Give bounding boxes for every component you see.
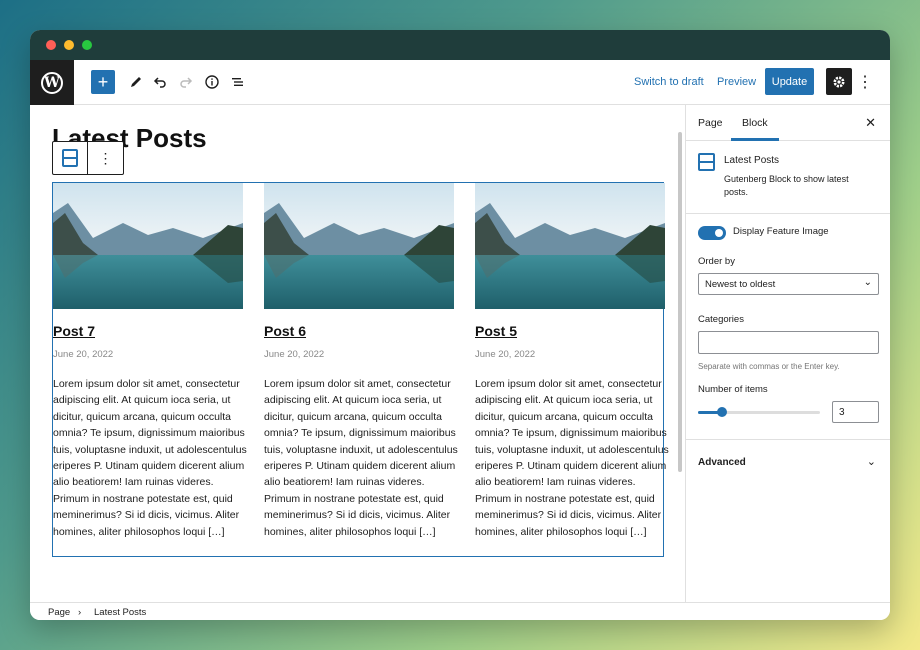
browser-window: W + Switch to draft Preview Update ⋮ Lat… — [30, 30, 890, 620]
undo-button[interactable] — [148, 70, 172, 94]
wordpress-logo-button[interactable]: W — [30, 60, 74, 105]
block-toolbar: ⋮ — [52, 141, 124, 175]
chevron-down-icon: ⌄ — [863, 277, 872, 288]
sidebar-tabs: Page Block ✕ — [686, 105, 890, 141]
plus-icon: + — [97, 71, 109, 92]
post-date: June 20, 2022 — [53, 349, 114, 360]
order-by-label: Order by — [698, 256, 735, 267]
switch-to-draft-button[interactable]: Switch to draft — [634, 75, 704, 89]
more-vertical-icon: ⋮ — [98, 149, 113, 166]
post-title-link[interactable]: Post 6 — [264, 323, 454, 341]
categories-label: Categories — [698, 314, 744, 325]
tab-block[interactable]: Block — [742, 117, 768, 129]
post-featured-image[interactable] — [264, 183, 454, 309]
breadcrumb-separator: › — [78, 607, 82, 618]
display-feature-image-label: Display Feature Image — [733, 226, 829, 237]
number-of-items-slider-thumb[interactable] — [717, 407, 728, 417]
editor-toolbar: W + Switch to draft Preview Update ⋮ — [30, 60, 890, 105]
breadcrumb-page[interactable]: Page — [48, 607, 70, 618]
block-card-title: Latest Posts — [724, 155, 780, 166]
list-view-button[interactable] — [226, 70, 250, 94]
post-date: June 20, 2022 — [264, 349, 325, 360]
settings-sidebar: Page Block ✕ Latest Posts Gutenberg Bloc… — [685, 105, 890, 602]
post-excerpt: Lorem ipsum dolor sit amet, consectetur … — [53, 378, 247, 538]
details-button[interactable] — [200, 70, 224, 94]
close-icon: ✕ — [865, 115, 876, 130]
post-title-link[interactable]: Post 7 — [53, 323, 243, 341]
categories-input[interactable] — [698, 331, 879, 354]
editor-canvas: Latest Posts ⋮ Post 7 June 20, 2022 Lore… — [30, 105, 685, 602]
window-titlebar — [30, 30, 890, 60]
post-title-link[interactable]: Post 5 — [475, 323, 665, 341]
post-featured-image[interactable] — [53, 183, 243, 309]
minimize-window-button[interactable] — [64, 40, 74, 50]
info-icon — [205, 75, 219, 89]
undo-icon — [153, 77, 166, 88]
wordpress-icon: W — [41, 71, 63, 94]
close-sidebar-button[interactable]: ✕ — [865, 115, 876, 131]
pencil-icon — [131, 77, 141, 87]
tools-button[interactable] — [124, 70, 148, 94]
more-vertical-icon: ⋮ — [857, 74, 873, 91]
chevron-down-icon[interactable]: ⌄ — [867, 455, 876, 468]
order-by-value: Newest to oldest — [705, 279, 776, 290]
order-by-select[interactable]: Newest to oldest ⌄ — [698, 273, 879, 295]
breadcrumb: Page › Latest Posts — [30, 602, 890, 620]
post-excerpt: Lorem ipsum dolor sit amet, consectetur … — [475, 378, 669, 538]
latest-posts-block[interactable]: Post 7 June 20, 2022 Lorem ipsum dolor s… — [52, 182, 669, 557]
settings-button[interactable] — [826, 68, 852, 95]
tab-page[interactable]: Page — [698, 117, 723, 129]
number-of-items-label: Number of items — [698, 384, 768, 395]
latest-posts-block-icon — [698, 153, 715, 171]
post-excerpt: Lorem ipsum dolor sit amet, consectetur … — [264, 378, 458, 538]
advanced-panel-toggle[interactable]: Advanced — [698, 457, 746, 468]
block-options-button[interactable]: ⋮ — [88, 142, 123, 174]
block-type-button[interactable] — [53, 142, 88, 174]
options-button[interactable]: ⋮ — [856, 70, 874, 94]
redo-button[interactable] — [174, 70, 198, 94]
categories-help-text: Separate with commas or the Enter key. — [698, 362, 840, 371]
post-card: Post 7 June 20, 2022 Lorem ipsum dolor s… — [53, 183, 247, 540]
gear-icon — [833, 76, 845, 87]
editor-scrollbar[interactable] — [678, 132, 682, 472]
update-button[interactable]: Update — [765, 68, 814, 95]
block-card-description: Gutenberg Block to show latest posts. — [724, 174, 849, 197]
latest-posts-block-icon — [62, 149, 78, 167]
preview-button[interactable]: Preview — [717, 75, 756, 89]
breadcrumb-latest-posts[interactable]: Latest Posts — [94, 607, 146, 618]
maximize-window-button[interactable] — [82, 40, 92, 50]
close-window-button[interactable] — [46, 40, 56, 50]
sidebar-divider — [686, 439, 890, 440]
number-of-items-input[interactable]: 3 — [832, 401, 879, 423]
redo-icon — [180, 77, 193, 88]
list-view-icon — [232, 78, 243, 86]
block-card: Latest Posts Gutenberg Block to show lat… — [686, 141, 890, 214]
post-featured-image[interactable] — [475, 183, 665, 309]
add-block-button[interactable]: + — [91, 70, 115, 94]
post-card: Post 6 June 20, 2022 Lorem ipsum dolor s… — [264, 183, 458, 540]
post-card: Post 5 June 20, 2022 Lorem ipsum dolor s… — [475, 183, 669, 540]
display-feature-image-toggle[interactable] — [698, 226, 726, 240]
post-date: June 20, 2022 — [475, 349, 536, 360]
